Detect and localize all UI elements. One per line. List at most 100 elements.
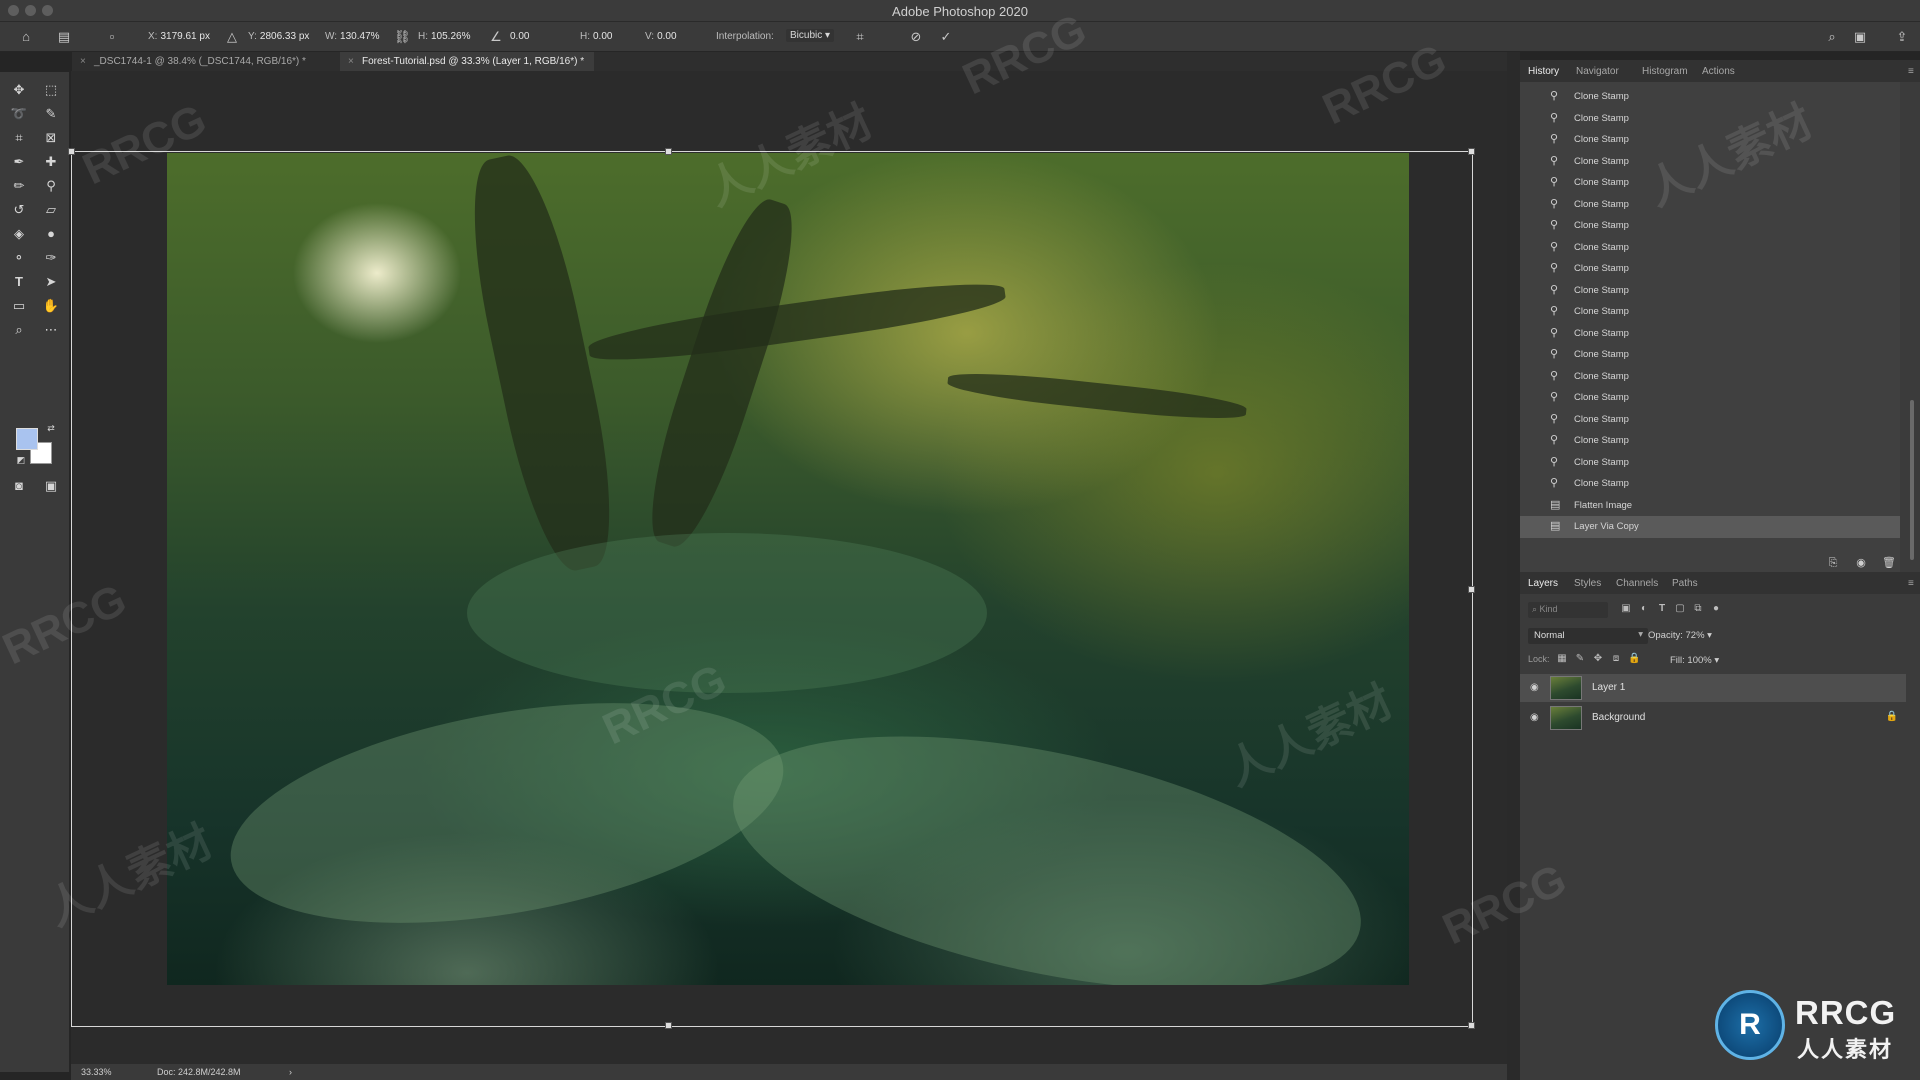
filter-pixel-icon[interactable]: ▣: [1620, 603, 1632, 615]
quick-mask-icon[interactable]: ◙: [8, 476, 30, 496]
tab-actions[interactable]: Actions: [1702, 66, 1735, 77]
history-list[interactable]: ⚲ Clone Stamp ⚲ Clone Stamp ⚲ Clone Stamp ⚲ Clo…: [1520, 82, 1900, 578]
filter-type-icon[interactable]: T: [1656, 603, 1668, 615]
vertical-skew-field[interactable]: V: 0.00: [645, 31, 677, 42]
link-aspect-icon[interactable]: ⛓: [394, 29, 411, 45]
transform-handle[interactable]: [1468, 586, 1475, 593]
relative-position-icon[interactable]: △: [224, 29, 240, 45]
layer-name[interactable]: Layer 1: [1592, 682, 1625, 693]
hand-tool-icon[interactable]: ✋: [40, 296, 62, 316]
lock-pixels-icon[interactable]: ✎: [1574, 653, 1586, 665]
warp-mode-icon[interactable]: ⌗: [852, 29, 868, 45]
history-item[interactable]: ▤ Layer Via Copy: [1520, 516, 1900, 538]
history-item[interactable]: ⚲ Clone Stamp: [1520, 258, 1900, 280]
history-item[interactable]: ⚲ Clone Stamp: [1520, 430, 1900, 452]
tool-preset-icon[interactable]: ▤: [56, 29, 72, 45]
filter-shape-icon[interactable]: ▢: [1674, 603, 1686, 615]
tab-paths[interactable]: Paths: [1672, 578, 1698, 589]
home-icon[interactable]: ⌂: [18, 29, 34, 45]
history-item[interactable]: ⚲ Clone Stamp: [1520, 280, 1900, 302]
transform-handle[interactable]: [1468, 148, 1475, 155]
paint-bucket-tool-icon[interactable]: ◈: [8, 224, 30, 244]
history-item[interactable]: ▤ Flatten Image: [1520, 495, 1900, 517]
close-tab-icon[interactable]: ×: [348, 56, 354, 67]
zoom-level[interactable]: 33.33%: [81, 1067, 112, 1077]
reference-point-icon[interactable]: ▫: [104, 29, 120, 45]
blur-tool-icon[interactable]: ●: [40, 224, 62, 244]
interpolation-select[interactable]: Bicubic ▾: [786, 29, 835, 42]
y-position-field[interactable]: Y: 2806.33 px: [248, 31, 309, 42]
history-item[interactable]: ⚲ Clone Stamp: [1520, 452, 1900, 474]
history-scrollbar[interactable]: [1910, 400, 1914, 560]
transform-handle[interactable]: [1468, 1022, 1475, 1029]
layer-row-background[interactable]: ◉ Background 🔒: [1520, 704, 1906, 732]
lasso-tool-icon[interactable]: ➰: [8, 104, 30, 124]
transform-handle[interactable]: [665, 1022, 672, 1029]
default-colors-icon[interactable]: ◩: [10, 450, 32, 470]
history-item[interactable]: ⚲ Clone Stamp: [1520, 86, 1900, 108]
canvas-area[interactable]: [68, 71, 1507, 1064]
tab-navigator[interactable]: Navigator: [1576, 66, 1619, 77]
history-item[interactable]: ⚲ Clone Stamp: [1520, 323, 1900, 345]
history-item[interactable]: ⚲ Clone Stamp: [1520, 215, 1900, 237]
swap-colors-icon[interactable]: ⇄: [40, 418, 62, 438]
history-item[interactable]: ⚲ Clone Stamp: [1520, 409, 1900, 431]
layer-filter-kind[interactable]: ⌕ Kind: [1528, 602, 1608, 618]
visibility-eye-icon[interactable]: ◉: [1530, 712, 1542, 724]
tab-histogram[interactable]: Histogram: [1642, 66, 1688, 77]
history-item[interactable]: ⚲ Clone Stamp: [1520, 151, 1900, 173]
tab-dsc1744[interactable]: × _DSC1744-1 @ 38.4% (_DSC1744, RGB/16*)…: [72, 52, 316, 71]
frame-tool-icon[interactable]: ⊠: [40, 128, 62, 148]
history-item[interactable]: ⚲ Clone Stamp: [1520, 387, 1900, 409]
history-item[interactable]: ⚲ Clone Stamp: [1520, 473, 1900, 495]
type-tool-icon[interactable]: T: [8, 272, 30, 292]
transform-bounding-box[interactable]: [68, 148, 1475, 1029]
screen-mode-icon[interactable]: ▣: [40, 476, 62, 496]
crop-tool-icon[interactable]: ⌗: [8, 128, 30, 148]
tab-channels[interactable]: Channels: [1616, 578, 1658, 589]
dodge-tool-icon[interactable]: ⚬: [8, 248, 30, 268]
history-item[interactable]: ⚲ Clone Stamp: [1520, 108, 1900, 130]
search-icon[interactable]: ⌕: [1824, 29, 1840, 45]
move-tool-icon[interactable]: ✥: [8, 80, 30, 100]
lock-all-icon[interactable]: 🔒: [1628, 653, 1640, 665]
tab-layers[interactable]: Layers: [1528, 578, 1558, 589]
layer-name[interactable]: Background: [1592, 712, 1645, 723]
transform-handle[interactable]: [68, 148, 75, 155]
history-item[interactable]: ⚲ Clone Stamp: [1520, 301, 1900, 323]
opacity-field[interactable]: Opacity: 72% ▾: [1648, 630, 1712, 641]
blend-mode-select[interactable]: Normal ▾: [1528, 628, 1648, 644]
delete-state-icon[interactable]: 🗑: [1882, 556, 1896, 570]
height-field[interactable]: H: 105.26%: [418, 31, 470, 42]
history-item[interactable]: ⚲ Clone Stamp: [1520, 344, 1900, 366]
history-item[interactable]: ⚲ Clone Stamp: [1520, 237, 1900, 259]
path-selection-tool-icon[interactable]: ➤: [40, 272, 62, 292]
eraser-tool-icon[interactable]: ▱: [40, 200, 62, 220]
history-brush-tool-icon[interactable]: ↺: [8, 200, 30, 220]
close-tab-icon[interactable]: ×: [80, 56, 86, 67]
layer-row-layer-1[interactable]: ◉ Layer 1: [1520, 674, 1906, 702]
tab-history[interactable]: History: [1528, 66, 1559, 77]
brush-tool-icon[interactable]: ✏: [8, 176, 30, 196]
history-item[interactable]: ⚲ Clone Stamp: [1520, 172, 1900, 194]
visibility-eye-icon[interactable]: ◉: [1530, 682, 1542, 694]
workspace-icon[interactable]: ▣: [1852, 29, 1868, 45]
quick-selection-tool-icon[interactable]: ✎: [40, 104, 62, 124]
tab-styles[interactable]: Styles: [1574, 578, 1601, 589]
filter-adjustment-icon[interactable]: ◐: [1638, 603, 1650, 615]
transform-handle[interactable]: [665, 148, 672, 155]
new-document-from-state-icon[interactable]: ⎘: [1826, 556, 1840, 570]
healing-brush-tool-icon[interactable]: ✚: [40, 152, 62, 172]
panel-menu-icon[interactable]: ≡: [1908, 66, 1914, 77]
marquee-tool-icon[interactable]: ⬚: [40, 80, 62, 100]
x-position-field[interactable]: X: 3179.61 px: [148, 31, 210, 42]
width-field[interactable]: W: 130.47%: [325, 31, 380, 42]
fill-field[interactable]: Fill: 100% ▾: [1670, 655, 1719, 666]
share-icon[interactable]: ⇪: [1894, 29, 1910, 45]
snapshot-camera-icon[interactable]: ◉: [1854, 556, 1868, 570]
clone-stamp-tool-icon[interactable]: ⚲: [40, 176, 62, 196]
more-tools-icon[interactable]: ⋯: [40, 320, 62, 340]
lock-transparent-icon[interactable]: ▦: [1556, 653, 1568, 665]
history-item[interactable]: ⚲ Clone Stamp: [1520, 129, 1900, 151]
status-menu-chevron-icon[interactable]: ›: [289, 1067, 292, 1077]
